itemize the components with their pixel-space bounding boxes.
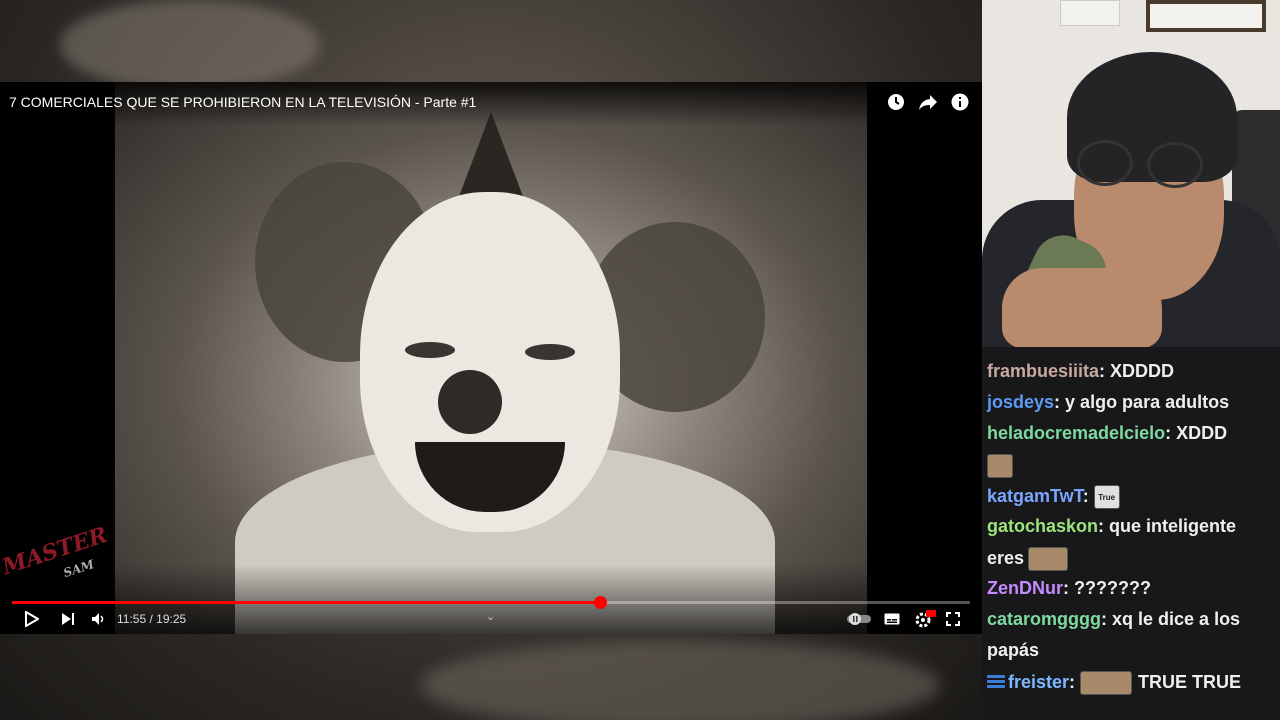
wall-frame <box>1060 0 1120 26</box>
chat-username[interactable]: freister <box>1008 672 1069 692</box>
chat-text: XDDDD <box>1110 361 1175 381</box>
chat-message: josdeys: y algo para adultos <box>987 392 1229 413</box>
subscriber-badge-icon <box>987 675 1005 691</box>
subtitles-icon[interactable] <box>883 609 901 629</box>
chat-separator: : <box>1099 361 1111 381</box>
chat-text: eres <box>987 547 1025 568</box>
glasses <box>1077 140 1207 190</box>
chat-text: ??????? <box>1074 578 1151 598</box>
clock-icon[interactable] <box>886 92 906 112</box>
video-frame[interactable] <box>115 82 867 634</box>
webcam-overlay <box>982 0 1280 347</box>
chat-text: y algo para adultos <box>1065 392 1230 412</box>
chat-username[interactable]: gatochaskon <box>987 516 1098 536</box>
chat-message: ZenDNur: ??????? <box>987 578 1151 599</box>
clown-eye <box>525 344 575 360</box>
chat-text: TRUE TRUE <box>1138 671 1242 692</box>
wall-frame <box>1146 0 1266 32</box>
chat-text: XDDD <box>1176 423 1228 443</box>
chat-username[interactable]: josdeys <box>987 392 1054 412</box>
autoplay-toggle-icon[interactable] <box>846 609 872 629</box>
next-icon[interactable] <box>60 609 76 629</box>
chat-message: frambuesiiita: XDDDD <box>987 361 1174 382</box>
chat-message: cataromgggg: xq le dice a los <box>987 609 1240 630</box>
play-icon[interactable] <box>24 609 40 629</box>
player-controls: 11:55 / 19:25 ⌄ <box>0 609 982 629</box>
chat-message <box>987 454 1013 478</box>
chat-emote-icon <box>987 454 1013 478</box>
player-top-icons <box>886 92 970 112</box>
chat-username[interactable]: cataromgggg <box>987 609 1101 629</box>
chat-separator: : <box>1063 578 1074 598</box>
streamer-hand <box>1002 268 1162 347</box>
chat-message: gatochaskon: que inteligente <box>987 516 1236 537</box>
chevron-down-icon[interactable]: ⌄ <box>486 610 495 623</box>
chat-separator: : <box>1069 671 1081 692</box>
backdrop-blur-shape <box>60 0 320 90</box>
clown-eye <box>405 342 455 358</box>
share-icon[interactable] <box>918 92 938 112</box>
chat-username[interactable]: katgamTwT <box>987 486 1083 506</box>
chat-text: xq le dice a los <box>1112 609 1241 629</box>
chat-message: heladocremadelcielo: XDDD <box>987 423 1227 444</box>
chat-separator: : <box>1098 516 1110 536</box>
chat-username[interactable]: frambuesiiita <box>987 361 1099 381</box>
info-icon[interactable] <box>950 92 970 112</box>
progress-played <box>12 601 601 604</box>
chat-separator: : <box>1082 485 1094 506</box>
settings-hd-icon[interactable] <box>914 609 936 629</box>
chat-message: katgamTwT: True <box>987 485 1120 509</box>
chat-username[interactable]: heladocremadelcielo <box>987 423 1165 443</box>
backdrop-blur-shape <box>420 640 940 720</box>
chat-separator: : <box>1165 423 1177 443</box>
chat-emote-icon <box>1080 671 1133 695</box>
volume-icon[interactable] <box>90 609 108 629</box>
fullscreen-icon[interactable] <box>945 609 961 629</box>
time-display: 11:55 / 19:25 <box>117 612 187 626</box>
video-player[interactable]: 7 COMERCIALES QUE SE PROHIBIERON EN LA T… <box>0 82 982 634</box>
true-emote-icon: True <box>1093 485 1120 509</box>
chat-message: freister: TRUE TRUE <box>987 671 1241 695</box>
clown-nose <box>438 370 502 434</box>
progress-bar[interactable] <box>12 596 970 609</box>
player-title-bar: 7 COMERCIALES QUE SE PROHIBIERON EN LA T… <box>0 82 982 126</box>
chat-username[interactable]: ZenDNur <box>987 578 1063 598</box>
chat-message: papás <box>987 640 1039 661</box>
chat-separator: : <box>1054 392 1066 412</box>
chat-message: eres <box>987 547 1069 571</box>
chat-separator: : <box>1101 609 1113 629</box>
chat-emote-icon <box>1028 547 1069 571</box>
video-title[interactable]: 7 COMERCIALES QUE SE PROHIBIERON EN LA T… <box>9 94 476 110</box>
chat-text: papás <box>987 640 1040 660</box>
chat-panel: frambuesiiita: XDDDD josdeys: y algo para… <box>982 347 1280 720</box>
chat-text: que inteligente <box>1109 516 1237 536</box>
